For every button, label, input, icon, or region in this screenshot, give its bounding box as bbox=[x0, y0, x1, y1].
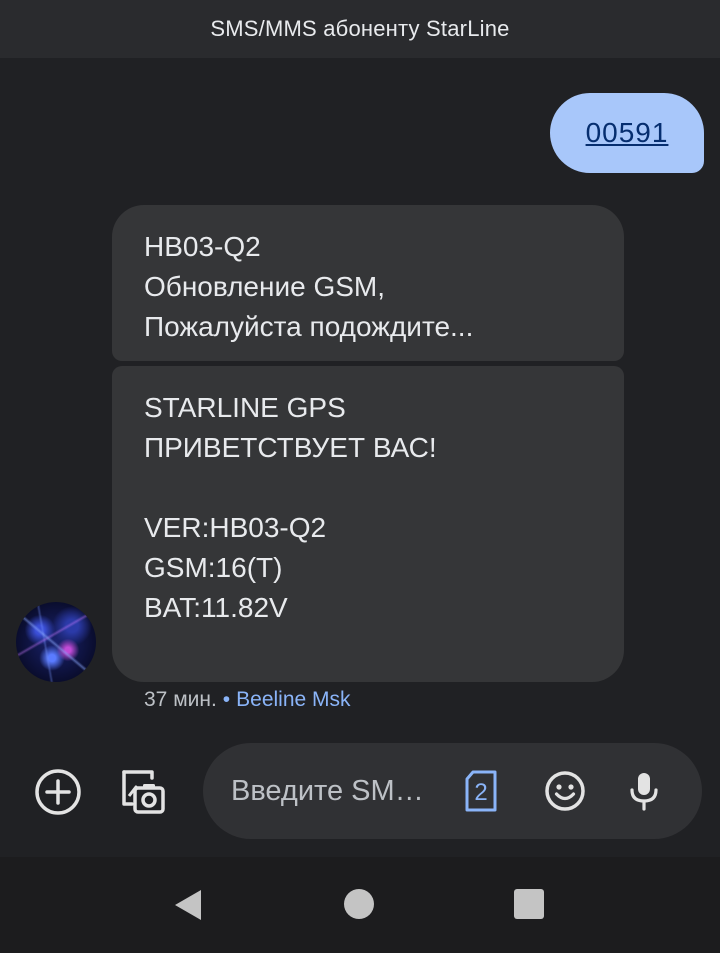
gallery-icon bbox=[122, 770, 165, 814]
incoming-message[interactable]: HB03-Q2 Обновление GSM, Пожалуйста подож… bbox=[112, 205, 624, 361]
carrier-label: Beeline Msk bbox=[236, 688, 351, 711]
back-icon[interactable] bbox=[172, 888, 204, 922]
system-navigation-bar bbox=[0, 857, 720, 953]
contact-avatar[interactable] bbox=[16, 602, 96, 682]
incoming-message[interactable]: STARLINE GPS ПРИВЕТСТВУЕТ ВАС! VER:HB03-… bbox=[112, 366, 624, 682]
add-attachment-button[interactable] bbox=[30, 764, 86, 820]
voice-input-button[interactable] bbox=[616, 763, 672, 819]
emoji-icon bbox=[545, 771, 585, 811]
meta-separator: • bbox=[222, 688, 231, 711]
recent-apps-icon[interactable] bbox=[514, 889, 544, 919]
message-meta: 37 мин. • Beeline Msk bbox=[144, 688, 351, 712]
emoji-button[interactable] bbox=[537, 763, 593, 819]
message-time: 37 мин. bbox=[144, 688, 217, 711]
gallery-button[interactable] bbox=[114, 764, 170, 820]
outgoing-message-text[interactable]: 00591 bbox=[586, 117, 669, 149]
home-icon[interactable] bbox=[344, 889, 374, 919]
conversation-title: SMS/MMS абоненту StarLine bbox=[210, 16, 510, 41]
mic-icon bbox=[630, 773, 658, 811]
add-icon bbox=[35, 769, 81, 815]
compose-bar: 2 bbox=[203, 743, 702, 839]
sim-selector-button[interactable]: 2 bbox=[459, 767, 503, 815]
message-input[interactable] bbox=[231, 771, 441, 811]
header-bar: SMS/MMS абоненту StarLine bbox=[0, 0, 720, 58]
outgoing-message[interactable]: 00591 bbox=[550, 93, 704, 173]
sim-number: 2 bbox=[474, 778, 488, 806]
